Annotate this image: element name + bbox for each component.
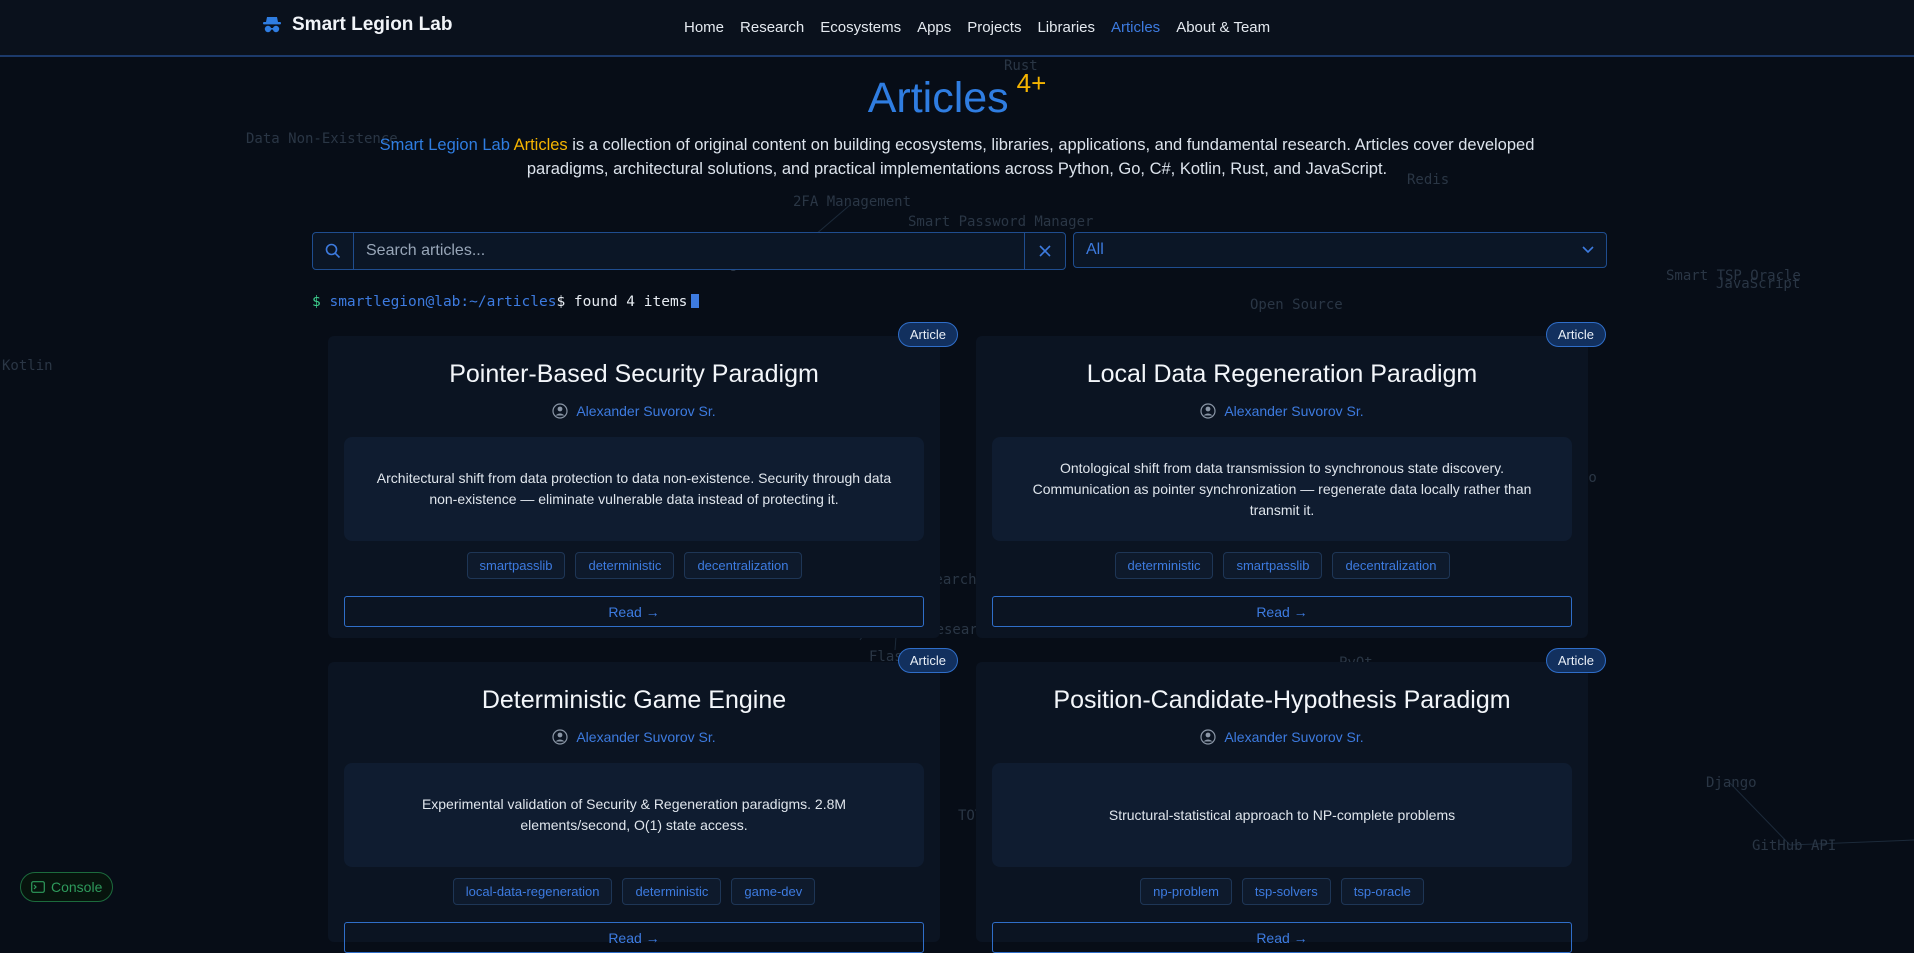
article-title: Local Data Regeneration Paradigm [1086,360,1478,388]
user-icon [552,403,568,419]
nav-item-articles[interactable]: Articles [1111,19,1160,36]
article-tags: deterministic smartpasslib decentralizat… [976,552,1588,579]
article-type-badge: Article [1545,648,1606,673]
description-brand-link[interactable]: Smart Legion Lab [380,136,510,154]
nav-item-research[interactable]: Research [740,19,804,36]
bg-word: Kotlin [2,358,53,374]
article-author: Alexander Suvorov Sr. [976,403,1588,419]
page-description: Smart Legion Lab Articles is a collectio… [340,133,1574,181]
user-icon [1200,729,1216,745]
bg-word: GitHub API [1752,838,1837,854]
article-tags: smartpasslib deterministic decentralizat… [328,552,940,579]
spy-icon [263,17,281,33]
article-title: Position-Candidate-Hypothesis Paradigm [1053,686,1511,714]
article-count-badge: 4+ [1016,68,1047,98]
user-icon [1200,403,1216,419]
description-text: is a collection of original content on b… [526,136,1535,178]
chevron-down-icon [1582,246,1594,254]
article-description: Architectural shift from data protection… [344,437,924,541]
read-button[interactable]: Read → [344,596,924,627]
tag[interactable]: decentralization [684,552,802,579]
article-card: Article Position-Candidate-Hypothesis Pa… [976,648,1606,953]
terminal-cursor [691,294,700,308]
page-title: Articles 4+ [0,68,1914,123]
tag[interactable]: local-data-regeneration [452,878,613,905]
article-type-badge: Article [897,648,958,673]
article-author: Alexander Suvorov Sr. [328,403,940,419]
nav-item-ecosystems[interactable]: Ecosystems [820,19,901,36]
read-button[interactable]: Read → [992,596,1572,627]
bg-word: Open Source [1250,297,1343,313]
search-bar [312,232,1066,270]
nav-item-apps[interactable]: Apps [917,19,951,36]
nav-item-about-team[interactable]: About & Team [1176,19,1270,36]
article-author: Alexander Suvorov Sr. [976,729,1588,745]
bg-word: Smart TSP Oracle [1666,268,1801,284]
nav-menu: Home Research Ecosystems Apps Projects L… [684,19,1270,36]
tag[interactable]: tsp-solvers [1241,878,1331,905]
tag[interactable]: tsp-oracle [1340,878,1424,905]
article-title: Deterministic Game Engine [481,686,787,714]
article-description: Ontological shift from data transmission… [992,437,1572,541]
bg-word: 2FA Management [793,194,912,210]
category-filter-select[interactable]: All [1073,232,1607,268]
tag[interactable]: deterministic [575,552,675,579]
console-button[interactable]: Console [20,872,114,902]
terminal-prompt-symbol: $ [312,294,321,310]
description-articles-highlight: Articles [513,136,568,154]
terminal-prompt-end: $ [556,294,566,310]
search-input[interactable] [354,233,1024,269]
terminal-user-host: smartlegion@lab [329,294,461,310]
article-card: Article Pointer-Based Security Paradigm … [328,322,958,638]
article-title: Pointer-Based Security Paradigm [449,360,819,388]
terminal-output: found 4 items [573,294,688,310]
tag[interactable]: deterministic [1114,552,1214,579]
tag[interactable]: smartpasslib [466,552,566,579]
nav-item-libraries[interactable]: Libraries [1037,19,1095,36]
brand-link[interactable]: Smart Legion Lab [262,14,452,36]
article-card: Article Deterministic Game Engine Alexan… [328,648,958,953]
read-button[interactable]: Read → [344,922,924,953]
brand-name: Smart Legion Lab [292,14,453,35]
terminal-icon [31,881,45,893]
article-type-badge: Article [897,322,958,347]
tag[interactable]: deterministic [622,878,722,905]
author-link[interactable]: Alexander Suvorov Sr. [576,729,715,745]
bg-word: JavaScript [1716,276,1801,292]
tag[interactable]: np-problem [1140,878,1232,905]
article-tags: local-data-regeneration deterministic ga… [328,878,940,905]
terminal-path: :~/articles [460,294,557,310]
tag[interactable]: game-dev [731,878,816,905]
tag[interactable]: smartpasslib [1223,552,1323,579]
close-icon [1039,245,1051,257]
read-button[interactable]: Read → [992,922,1572,953]
user-icon [552,729,568,745]
search-icon [325,243,341,259]
article-author: Alexander Suvorov Sr. [328,729,940,745]
article-card: Article Local Data Regeneration Paradigm… [976,322,1606,638]
author-link[interactable]: Alexander Suvorov Sr. [576,403,715,419]
console-label: Console [51,879,103,895]
clear-search-button[interactable] [1024,233,1065,269]
tag[interactable]: decentralization [1332,552,1450,579]
terminal-status-line: $ smartlegion@lab:~/articles$ found 4 it… [312,294,700,310]
bg-word: Django [1706,775,1757,791]
author-link[interactable]: Alexander Suvorov Sr. [1224,729,1363,745]
top-navbar: Smart Legion Lab Home Research Ecosystem… [0,0,1914,57]
nav-item-projects[interactable]: Projects [967,19,1021,36]
page-title-text: Articles [867,74,1009,122]
article-description: Structural-statistical approach to NP-co… [992,763,1572,867]
author-link[interactable]: Alexander Suvorov Sr. [1224,403,1363,419]
article-tags: np-problem tsp-solvers tsp-oracle [976,878,1588,905]
filter-selected-value: All [1086,241,1104,258]
nav-item-home[interactable]: Home [684,19,724,36]
article-description: Experimental validation of Security & Re… [344,763,924,867]
search-button[interactable] [313,233,354,269]
article-type-badge: Article [1545,322,1606,347]
bg-word: Smart Password Manager [908,214,1094,230]
